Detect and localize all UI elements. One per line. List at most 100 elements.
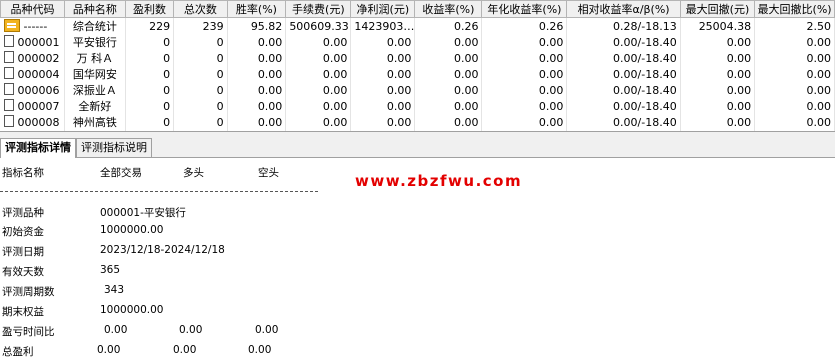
value-cell: 0.00 bbox=[754, 114, 835, 130]
value-cell: 0.00 bbox=[227, 82, 287, 98]
name-cell: 神州高铁 bbox=[64, 114, 126, 130]
col-header-code[interactable]: 品种代码 bbox=[0, 0, 65, 18]
detail-label: 评测品种 bbox=[2, 207, 44, 219]
value-cell: 0.00 bbox=[227, 50, 287, 66]
col-header-name[interactable]: 品种名称 bbox=[63, 0, 126, 18]
table-row[interactable]: 000006 深振业Ａ 0 0 0.00 0.00 0.00 0.00 0.00 0.00/-18… bbox=[0, 82, 835, 98]
results-table: 品种代码 品种名称 盈利数 总次数 胜率(%) 手续费(元) 净利润(元) 收益… bbox=[0, 0, 835, 131]
col-header-return[interactable]: 收益率(%) bbox=[414, 0, 483, 18]
value-cell: 0.00 bbox=[754, 82, 835, 98]
value-cell: 0.00 bbox=[350, 50, 416, 66]
value-cell: 0.00 bbox=[227, 66, 287, 82]
name-cell: 国华网安 bbox=[64, 66, 126, 82]
value-cell: 0.00 bbox=[414, 34, 483, 50]
col-header-fee[interactable]: 手续费(元) bbox=[285, 0, 352, 18]
document-icon bbox=[3, 51, 14, 63]
summary-cell: 1423903… bbox=[350, 17, 416, 34]
value-cell: 0 bbox=[125, 50, 175, 66]
tab-metrics-detail[interactable]: 评测指标详情 bbox=[0, 138, 76, 158]
detail-label: 期末权益 bbox=[2, 306, 44, 318]
col-header-relative-return[interactable]: 相对收益率α/β(%) bbox=[566, 0, 681, 18]
document-icon bbox=[3, 83, 14, 95]
value-cell: 0.00 bbox=[680, 98, 756, 114]
col-header-max-drawdown-ratio[interactable]: 最大回撤比(%) bbox=[754, 0, 835, 18]
tab-bar: 评测指标详情 评测指标说明 bbox=[0, 137, 835, 158]
value-cell: 0.00 bbox=[680, 114, 756, 130]
value-cell: 0.00 bbox=[481, 82, 568, 98]
value-cell: 0.00 bbox=[285, 114, 352, 130]
table-row[interactable]: 000002 万 科Ａ 0 0 0.00 0.00 0.00 0.00 0.00 0.00/-18… bbox=[0, 50, 835, 66]
detail-value-short: 0.00 bbox=[248, 344, 272, 356]
metrics-detail-panel: 指标名称 全部交易 多头 空头 www.zbzfwu.com 评测品种 0000… bbox=[0, 158, 835, 361]
value-cell: 0.00/-18.40 bbox=[566, 114, 681, 130]
value-cell: 0.00 bbox=[680, 50, 756, 66]
value-cell: 0.00 bbox=[414, 66, 483, 82]
summary-cell: 0.26 bbox=[481, 17, 568, 34]
detail-label: 评测周期数 bbox=[2, 286, 55, 298]
detail-label: 盈亏时间比 bbox=[2, 326, 55, 338]
value-cell: 0 bbox=[173, 50, 228, 66]
detail-value: 365 bbox=[100, 264, 121, 276]
value-cell: 0.00 bbox=[350, 82, 416, 98]
value-cell: 0.00/-18.40 bbox=[566, 34, 681, 50]
table-row[interactable]: 000004 国华网安 0 0 0.00 0.00 0.00 0.00 0.00 0.00/-18… bbox=[0, 66, 835, 82]
summary-row[interactable]: ------ 综合统计 229 239 95.82 500609.33 1423… bbox=[0, 17, 835, 34]
code-cell: 000001 bbox=[0, 34, 65, 50]
col-header-profit[interactable]: 净利润(元) bbox=[350, 0, 416, 18]
detail-header-short: 空头 bbox=[258, 167, 279, 179]
value-cell: 0 bbox=[173, 82, 228, 98]
value-cell: 0.00 bbox=[227, 98, 287, 114]
value-cell: 0.00/-18.40 bbox=[566, 66, 681, 82]
code-cell: 000008 bbox=[0, 114, 65, 130]
col-header-annual-return[interactable]: 年化收益率(%) bbox=[481, 0, 568, 18]
detail-value-all: 0.00 bbox=[104, 324, 128, 336]
summary-cell: 239 bbox=[173, 17, 228, 34]
detail-value: 000001-平安银行 bbox=[100, 207, 186, 219]
value-cell: 0.00 bbox=[414, 50, 483, 66]
detail-label: 评测日期 bbox=[2, 246, 44, 258]
value-cell: 0 bbox=[173, 34, 228, 50]
value-cell: 0.00 bbox=[350, 114, 416, 130]
value-cell: 0.00 bbox=[680, 34, 756, 50]
col-header-winrate[interactable]: 胜率(%) bbox=[226, 0, 287, 18]
value-cell: 0.00 bbox=[285, 98, 352, 114]
table-row[interactable]: 000001 平安银行 0 0 0.00 0.00 0.00 0.00 0.00 0.00/-18… bbox=[0, 34, 835, 50]
tab-metrics-explanation[interactable]: 评测指标说明 bbox=[76, 138, 152, 157]
results-grid[interactable]: 品种代码 品种名称 盈利数 总次数 胜率(%) 手续费(元) 净利润(元) 收益… bbox=[0, 0, 835, 131]
value-cell: 0.00/-18.40 bbox=[566, 50, 681, 66]
document-icon bbox=[3, 115, 14, 127]
col-header-max-drawdown[interactable]: 最大回撤(元) bbox=[679, 0, 756, 18]
value-cell: 0.00/-18.40 bbox=[566, 82, 681, 98]
col-header-total[interactable]: 总次数 bbox=[173, 0, 228, 18]
value-cell: 0 bbox=[125, 98, 175, 114]
detail-divider bbox=[0, 191, 318, 192]
document-icon bbox=[3, 67, 14, 79]
value-cell: 0.00 bbox=[680, 66, 756, 82]
value-cell: 0.00 bbox=[350, 98, 416, 114]
summary-icon bbox=[3, 19, 20, 32]
summary-cell: 229 bbox=[125, 17, 175, 34]
value-cell: 0.00 bbox=[285, 50, 352, 66]
value-cell: 0.00 bbox=[227, 114, 287, 130]
value-cell: 0.00 bbox=[481, 66, 568, 82]
name-cell: 平安银行 bbox=[64, 34, 126, 50]
detail-value: 1000000.00 bbox=[100, 224, 164, 236]
watermark: www.zbzfwu.com bbox=[355, 172, 523, 190]
detail-value: 1000000.00 bbox=[100, 304, 164, 316]
detail-value: 343 bbox=[104, 284, 125, 296]
summary-cell: 25004.38 bbox=[680, 17, 756, 34]
value-cell: 0.00 bbox=[754, 98, 835, 114]
value-cell: 0 bbox=[125, 34, 175, 50]
value-cell: 0.00 bbox=[680, 82, 756, 98]
value-cell: 0.00 bbox=[481, 114, 568, 130]
summary-cell: 综合统计 bbox=[64, 17, 126, 34]
value-cell: 0.00 bbox=[285, 66, 352, 82]
col-header-wins[interactable]: 盈利数 bbox=[124, 0, 175, 18]
detail-value-all: 0.00 bbox=[97, 344, 121, 356]
detail-value-short: 0.00 bbox=[255, 324, 279, 336]
detail-header-long: 多头 bbox=[183, 167, 204, 179]
table-row[interactable]: 000008 神州高铁 0 0 0.00 0.00 0.00 0.00 0.00 0.00/-18… bbox=[0, 114, 835, 130]
summary-code-cell: ------ bbox=[0, 17, 65, 34]
value-cell: 0 bbox=[125, 82, 175, 98]
table-row[interactable]: 000007 全新好 0 0 0.00 0.00 0.00 0.00 0.00 0.00/-18.… bbox=[0, 98, 835, 114]
